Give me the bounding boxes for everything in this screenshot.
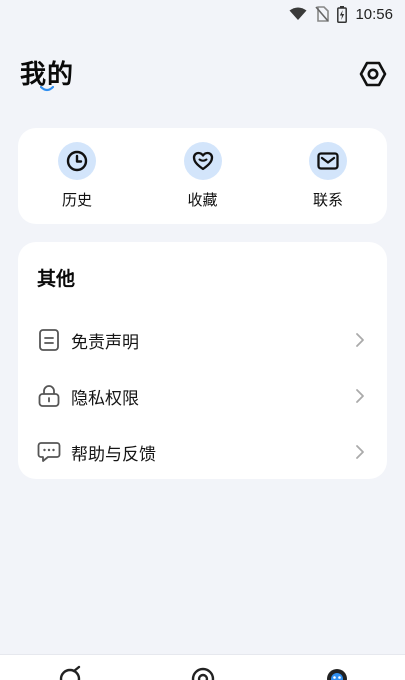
chevron-right-icon <box>356 333 364 347</box>
list-item-label: 免责声明 <box>71 332 139 353</box>
quick-action-label: 联系 <box>312 191 343 209</box>
title-underline-icon <box>40 86 54 92</box>
settings-hexagon-icon[interactable] <box>359 60 387 88</box>
document-icon <box>39 329 59 351</box>
quick-action-contact[interactable]: 联系 <box>287 128 369 224</box>
header: 我的 <box>18 50 387 96</box>
chevron-right-icon <box>356 445 364 459</box>
other-section-card: 其他 免责声明 隐私权限 帮助与反馈 <box>18 242 387 479</box>
quick-action-label: 历史 <box>61 191 92 209</box>
bottom-nav <box>0 654 405 680</box>
target-icon[interactable] <box>187 665 219 680</box>
list-item-help-feedback[interactable]: 帮助与反馈 <box>18 424 387 480</box>
status-time: 10:56 <box>355 5 393 23</box>
battery-icon <box>337 5 348 23</box>
chevron-right-icon <box>356 389 364 403</box>
list-item-label: 帮助与反馈 <box>71 444 156 465</box>
list-item-label: 隐私权限 <box>71 388 139 409</box>
status-bar: 10:56 <box>0 0 405 28</box>
chat-bubble-icon <box>37 442 61 462</box>
quick-actions-card: 历史 收藏 联系 <box>18 128 387 224</box>
quick-action-history[interactable]: 历史 <box>36 128 118 224</box>
discover-icon[interactable] <box>54 665 86 680</box>
list-item-privacy[interactable]: 隐私权限 <box>18 368 387 424</box>
clock-icon <box>58 142 96 180</box>
heart-icon <box>183 142 222 180</box>
no-sim-icon <box>315 6 330 22</box>
quick-action-label: 收藏 <box>187 191 218 209</box>
quick-action-favorites[interactable]: 收藏 <box>162 128 244 224</box>
mail-icon <box>309 142 347 180</box>
wifi-icon <box>289 7 307 20</box>
profile-icon[interactable] <box>321 665 353 680</box>
lock-icon <box>38 385 60 407</box>
list-item-disclaimer[interactable]: 免责声明 <box>18 312 387 368</box>
section-title: 其他 <box>37 268 76 290</box>
